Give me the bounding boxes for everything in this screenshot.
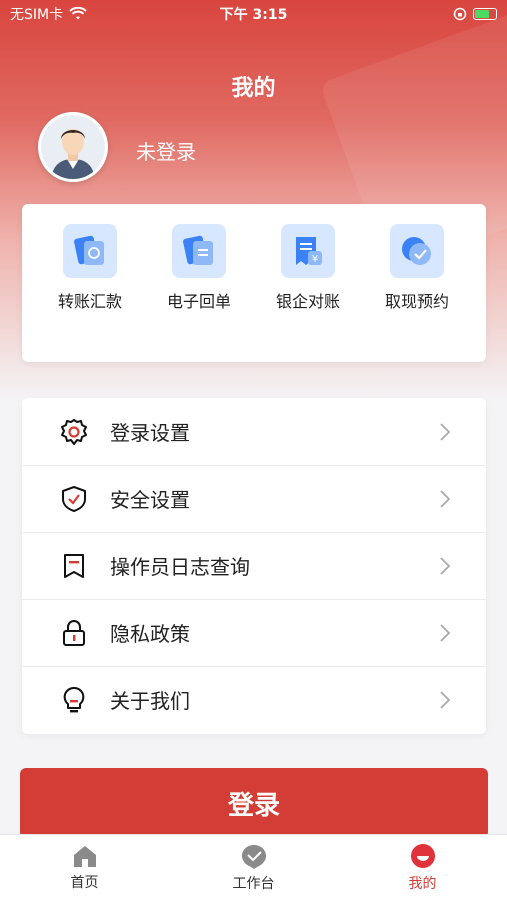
login-status[interactable]: 未登录	[136, 136, 196, 165]
reconciliation-icon: ¥	[281, 224, 335, 278]
wifi-icon	[69, 7, 87, 20]
quick-action-label: 取现预约	[384, 292, 449, 311]
menu-item-about-us[interactable]: 关于我们	[22, 666, 486, 733]
battery-icon	[473, 8, 497, 20]
home-icon	[73, 845, 96, 867]
carrier-label: 无SIM卡	[10, 7, 64, 23]
menu-item-login-settings[interactable]: 登录设置	[22, 398, 486, 465]
tab-home[interactable]: 首页	[0, 835, 169, 900]
menu-item-label: 隐私政策	[110, 622, 190, 646]
receipt-icon	[172, 224, 226, 278]
shield-icon	[58, 483, 90, 515]
tab-label: 工作台	[232, 875, 275, 892]
quick-action-label: 电子回单	[166, 292, 231, 311]
chevron-right-icon	[440, 422, 451, 441]
workbench-icon	[241, 844, 266, 869]
menu-item-label: 登录设置	[110, 421, 190, 445]
quick-action-label: 转账汇款	[57, 292, 122, 311]
tab-profile[interactable]: 我的	[338, 835, 507, 900]
quick-action-label: 银企对账	[275, 292, 340, 311]
orientation-lock-icon	[453, 7, 467, 21]
quick-action-receipt[interactable]: 电子回单	[149, 224, 249, 312]
avatar[interactable]	[38, 112, 108, 182]
page-title: 我的	[231, 76, 276, 101]
clock: 下午 3:15	[219, 7, 288, 23]
quick-action-cash-appointment[interactable]: 取现预约	[367, 224, 467, 312]
quick-action-reconciliation[interactable]: ¥ 银企对账	[258, 224, 358, 312]
gear-icon	[58, 416, 90, 448]
menu-item-label: 安全设置	[110, 488, 190, 512]
chevron-right-icon	[440, 489, 451, 508]
menu-item-label: 关于我们	[110, 689, 190, 713]
menu-item-security-settings[interactable]: 安全设置	[22, 465, 486, 532]
menu-item-operator-log[interactable]: 操作员日志查询	[22, 532, 486, 599]
lightbulb-icon	[58, 684, 90, 716]
tab-label: 我的	[408, 875, 437, 892]
quick-action-transfer[interactable]: 转账汇款	[40, 224, 140, 312]
tab-bar: 首页 工作台 我的	[0, 834, 507, 900]
tab-label: 首页	[70, 874, 99, 891]
chevron-right-icon	[440, 690, 451, 709]
status-bar: 无SIM卡 下午 3:15	[0, 0, 507, 28]
profile-icon	[410, 843, 435, 868]
transfer-icon	[63, 224, 117, 278]
chevron-right-icon	[440, 623, 451, 642]
log-icon	[58, 550, 90, 582]
menu-item-privacy-policy[interactable]: 隐私政策	[22, 599, 486, 666]
lock-icon	[58, 617, 90, 649]
status-right	[453, 7, 497, 21]
settings-menu: 登录设置 安全设置 操作员日志查询 隐私政策 关于我们	[22, 398, 486, 734]
login-button[interactable]: 登录	[20, 768, 488, 838]
svg-text:¥: ¥	[312, 254, 318, 265]
menu-item-label: 操作员日志查询	[110, 555, 250, 579]
user-avatar-icon	[41, 115, 105, 179]
tab-workbench[interactable]: 工作台	[169, 835, 338, 900]
chevron-right-icon	[440, 556, 451, 575]
carrier-group: 无SIM卡	[10, 4, 87, 24]
cash-appointment-icon	[390, 224, 444, 278]
quick-actions-card: 转账汇款 电子回单 ¥ 银企对账 取现预约	[22, 204, 486, 362]
